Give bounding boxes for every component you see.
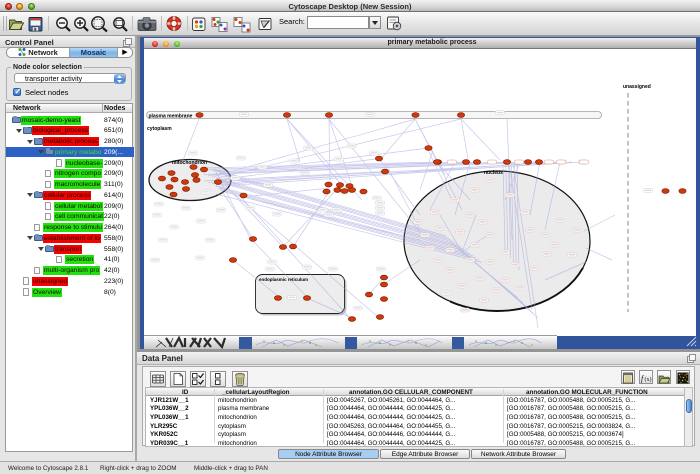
svg-text:endoplasmic reticulum: endoplasmic reticulum bbox=[259, 277, 308, 282]
svg-text:mitochondrion: mitochondrion bbox=[172, 160, 207, 166]
svg-text:unassigned: unassigned bbox=[623, 84, 651, 90]
svg-text:cytoplasm: cytoplasm bbox=[147, 126, 172, 132]
svg-text:nucleus: nucleus bbox=[484, 170, 503, 176]
svg-text:(x): (x) bbox=[645, 376, 652, 383]
svg-text:plasma membrane: plasma membrane bbox=[149, 114, 193, 120]
